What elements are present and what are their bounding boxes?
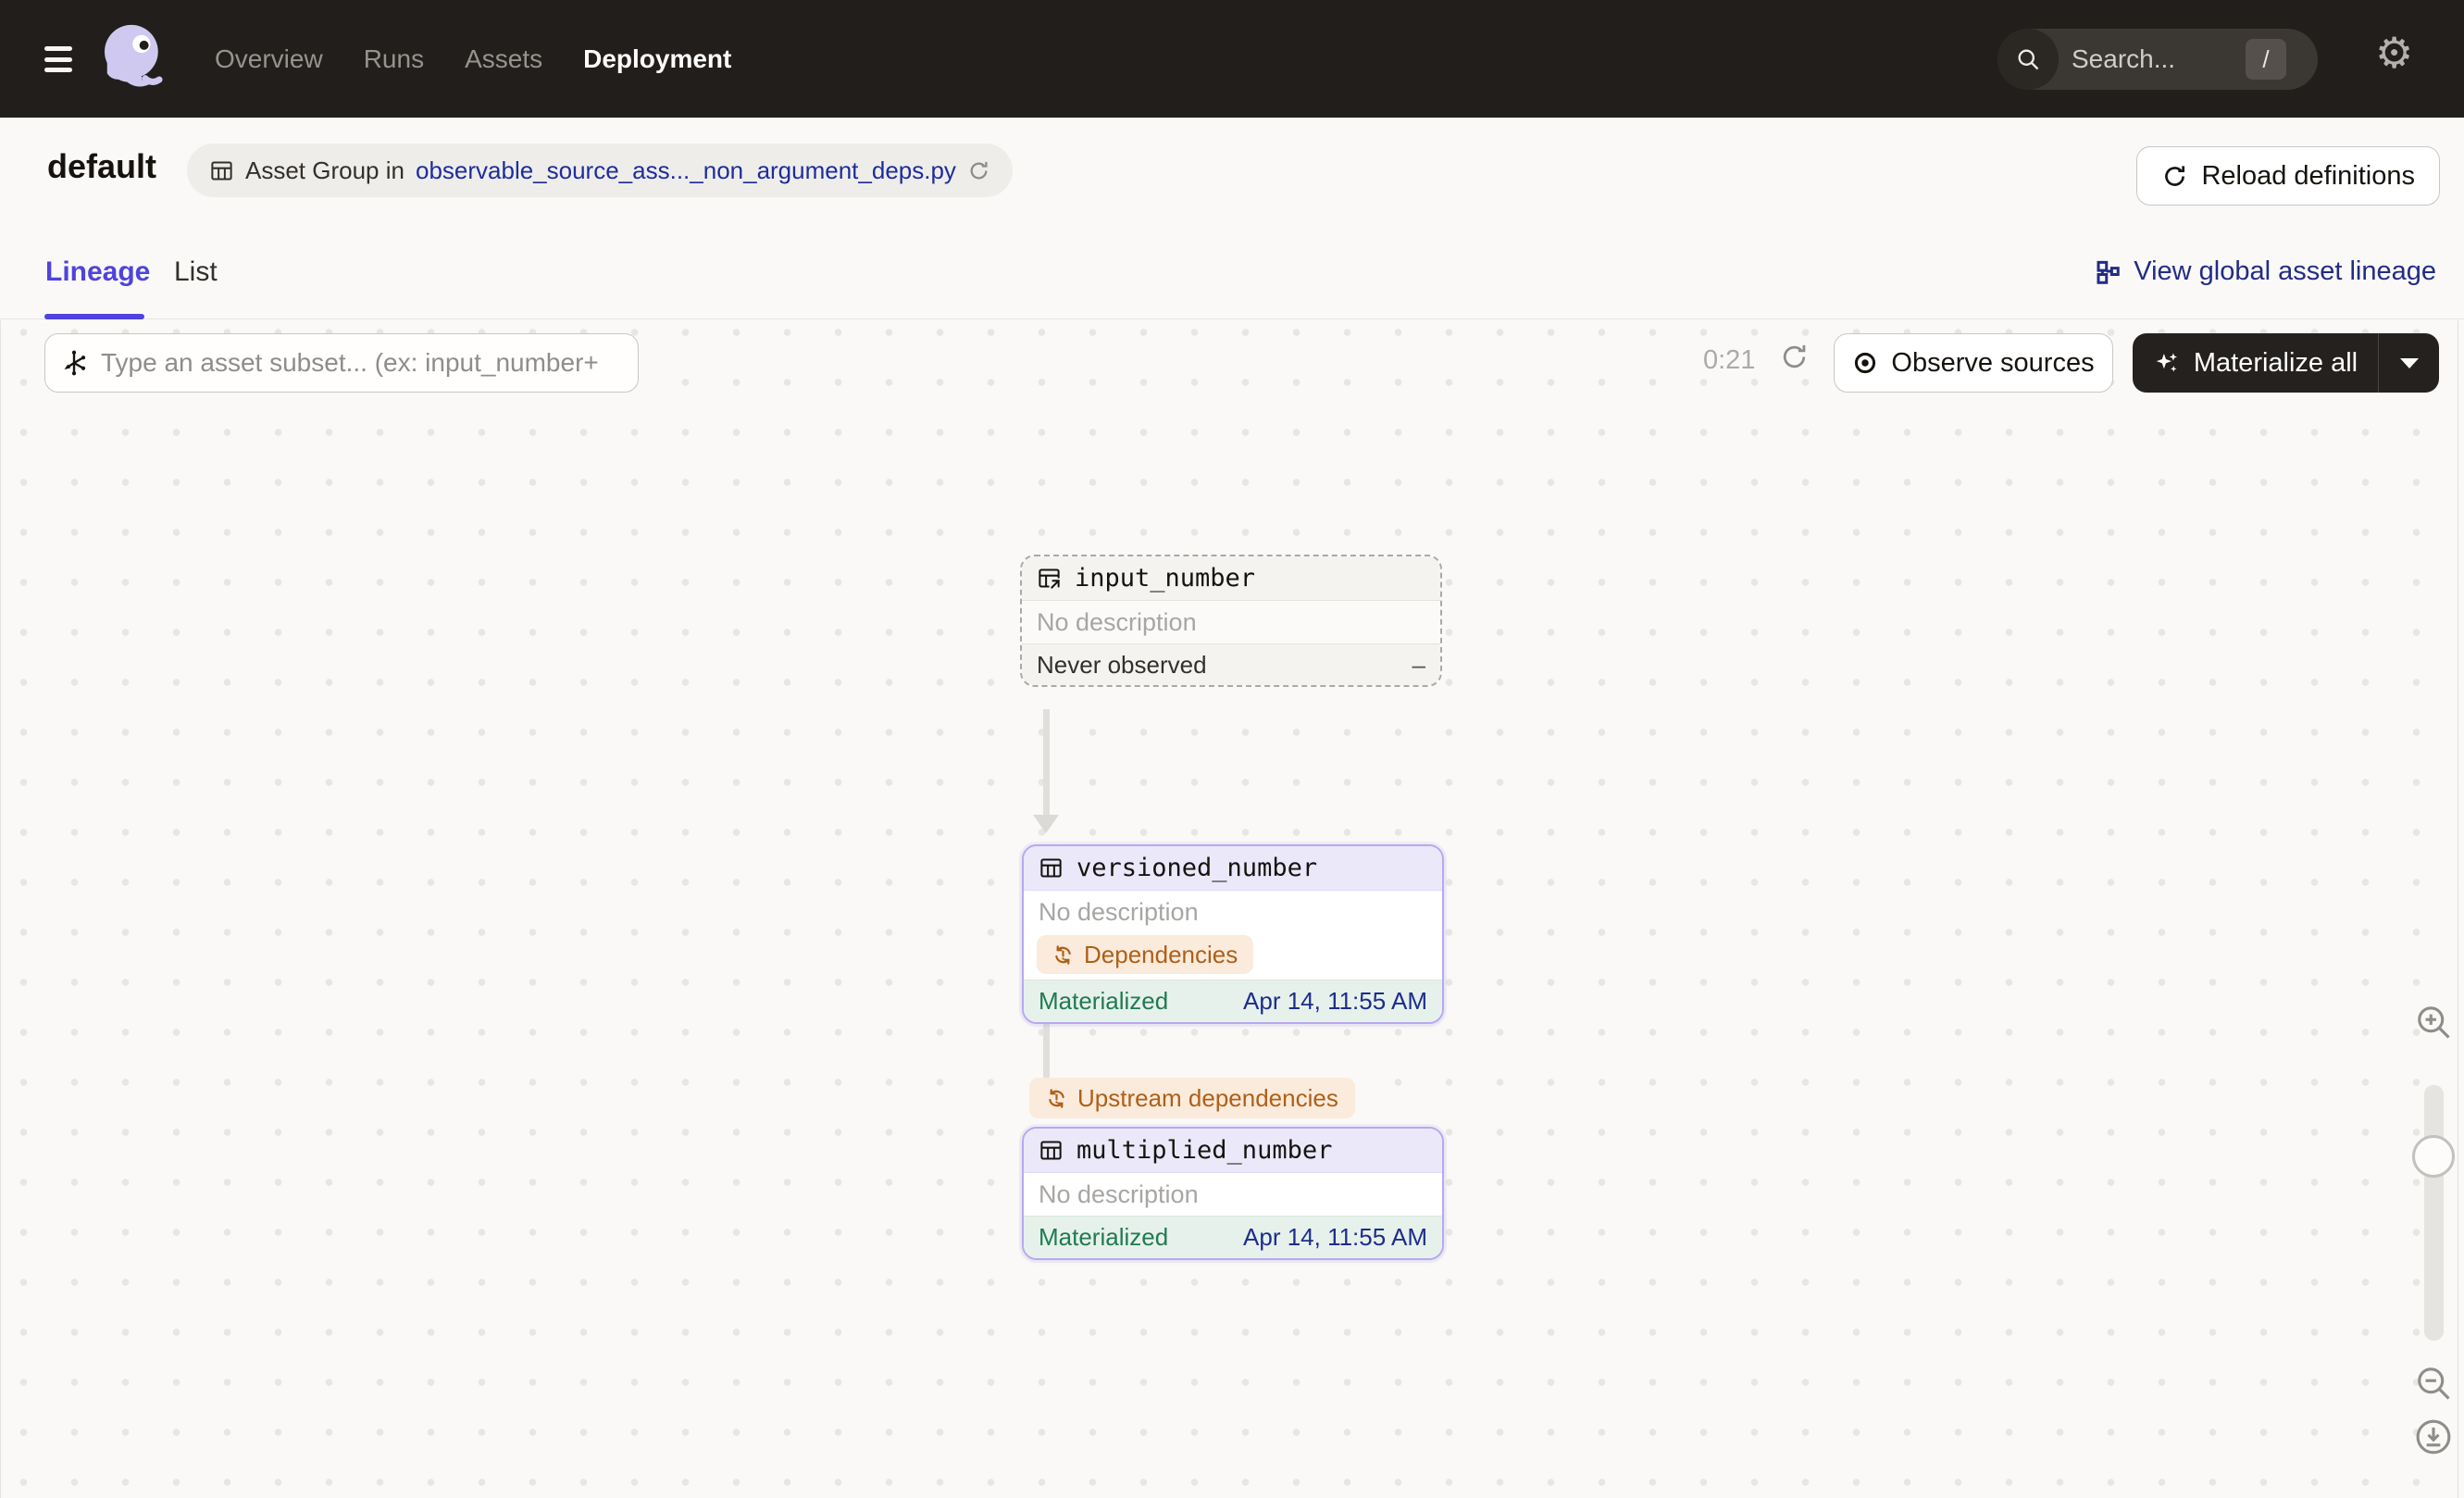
lineage-canvas[interactable]: 0:21 Observe sources	[0, 320, 2464, 1498]
asset-name: versioned_number	[1076, 854, 1318, 882]
status-label: Materialized	[1039, 987, 1169, 1015]
search-box[interactable]: /	[1997, 29, 2318, 90]
chevron-down-icon	[2399, 357, 2419, 368]
asset-node-versioned-number[interactable]: versioned_number No description Dependen…	[1022, 844, 1444, 1024]
dependencies-changed-icon	[1046, 1088, 1067, 1109]
asset-node-input-number[interactable]: input_number No description Never observ…	[1020, 555, 1442, 687]
menu-icon[interactable]	[44, 46, 72, 72]
asset-status-row: Materialized Apr 14, 11:55 AM	[1024, 1216, 1442, 1258]
zoom-slider-track[interactable]	[2424, 1085, 2444, 1341]
view-global-asset-lineage-label: View global asset lineage	[2134, 256, 2436, 286]
status-timestamp: Apr 14, 11:55 AM	[1243, 1223, 1427, 1251]
upstream-dependencies-label: Upstream dependencies	[1077, 1083, 1338, 1112]
asset-group-label: Asset Group in	[245, 156, 404, 184]
reload-definitions-button[interactable]: Reload definitions	[2136, 146, 2440, 206]
table-icon	[1039, 1138, 1064, 1163]
dependencies-changed-badge[interactable]: Dependencies	[1037, 935, 1254, 974]
zoom-slider-handle[interactable]	[2412, 1135, 2455, 1178]
download-image-icon[interactable]	[2413, 1417, 2454, 1457]
tab-list[interactable]: List	[174, 256, 218, 288]
status-label: Never observed	[1037, 651, 1207, 679]
asset-node-header: input_number	[1022, 556, 1440, 601]
nav-assets[interactable]: Assets	[465, 44, 542, 74]
materialize-all-label: Materialize all	[2193, 347, 2358, 378]
tab-lineage[interactable]: Lineage	[45, 256, 150, 288]
edge-versioned-to-multiplied	[1043, 1022, 1050, 1083]
reload-definitions-label: Reload definitions	[2201, 160, 2415, 191]
sparkles-icon	[2153, 349, 2181, 377]
eye-icon	[1852, 350, 1878, 376]
dependencies-changed-label: Dependencies	[1084, 940, 1238, 968]
search-shortcut-key: /	[2246, 39, 2286, 80]
asset-node-multiplied-number[interactable]: multiplied_number No description Materia…	[1022, 1127, 1444, 1260]
edge-arrowhead-icon	[1033, 815, 1059, 833]
asset-node-header: multiplied_number	[1024, 1129, 1442, 1173]
search-input[interactable]	[2072, 29, 2247, 90]
asset-description: No description	[1039, 897, 1199, 926]
top-navigation-bar: Overview Runs Assets Deployment / ⚙	[0, 0, 2464, 118]
asset-status-row: Materialized Apr 14, 11:55 AM	[1024, 980, 1442, 1022]
canvas-left-border	[0, 320, 1, 1498]
dagster-logo[interactable]	[94, 19, 176, 100]
refresh-timer: 0:21	[1703, 345, 1756, 375]
asset-description: No description	[1037, 607, 1197, 636]
nav-deployment[interactable]: Deployment	[583, 44, 731, 74]
asset-node-body: No description Dependencies	[1024, 891, 1442, 980]
asset-group-badge: Asset Group in observable_source_ass..._…	[187, 144, 1013, 197]
materialize-all-split-button: Materialize all	[2133, 333, 2439, 393]
settings-gear-icon[interactable]: ⚙	[2375, 31, 2413, 74]
active-tab-underline	[44, 314, 144, 319]
asset-group-file-link[interactable]: observable_source_ass..._non_argument_de…	[416, 156, 956, 185]
tabs-row: Lineage List View global asset lineage	[0, 227, 2464, 319]
page-header: default Asset Group in observable_source…	[0, 118, 2464, 227]
asset-status-row: Never observed –	[1022, 643, 1440, 685]
observe-sources-button[interactable]: Observe sources	[1834, 333, 2113, 393]
dagster-app: Overview Runs Assets Deployment / ⚙ defa…	[0, 0, 2464, 1498]
upstream-dependencies-badge[interactable]: Upstream dependencies	[1029, 1078, 1355, 1118]
asset-subset-input[interactable]	[101, 348, 623, 378]
primary-nav: Overview Runs Assets Deployment	[215, 0, 731, 118]
asset-name: input_number	[1075, 564, 1256, 593]
materialize-all-button[interactable]: Materialize all	[2133, 333, 2378, 393]
asset-subset-icon	[60, 349, 88, 377]
asset-description: No description	[1039, 1180, 1199, 1208]
zoom-in-icon[interactable]	[2413, 1002, 2454, 1042]
nav-runs[interactable]: Runs	[364, 44, 424, 74]
refresh-icon[interactable]	[1779, 342, 1810, 372]
asset-subset-filter[interactable]	[44, 333, 639, 393]
observe-sources-label: Observe sources	[1891, 347, 2095, 378]
search-icon	[1997, 29, 2059, 90]
status-timestamp: Apr 14, 11:55 AM	[1243, 987, 1427, 1015]
materialize-options-dropdown[interactable]	[2378, 333, 2439, 393]
edge-input-to-versioned	[1043, 709, 1050, 817]
observable-table-icon	[1037, 566, 1062, 591]
status-label: Materialized	[1039, 1223, 1169, 1251]
zoom-out-icon[interactable]	[2413, 1363, 2454, 1404]
dependencies-changed-icon	[1052, 944, 1074, 966]
table-icon	[1039, 855, 1064, 880]
status-value: –	[1412, 651, 1425, 679]
lineage-graph-icon	[2094, 258, 2122, 286]
reload-icon	[2161, 163, 2188, 190]
table-icon	[209, 158, 234, 183]
page-title: default	[47, 147, 157, 185]
nav-overview[interactable]: Overview	[215, 44, 323, 74]
asset-name: multiplied_number	[1076, 1136, 1333, 1165]
view-global-asset-lineage-link[interactable]: View global asset lineage	[2094, 256, 2436, 287]
asset-node-header: versioned_number	[1024, 846, 1442, 891]
badge-refresh-icon[interactable]	[967, 159, 990, 182]
